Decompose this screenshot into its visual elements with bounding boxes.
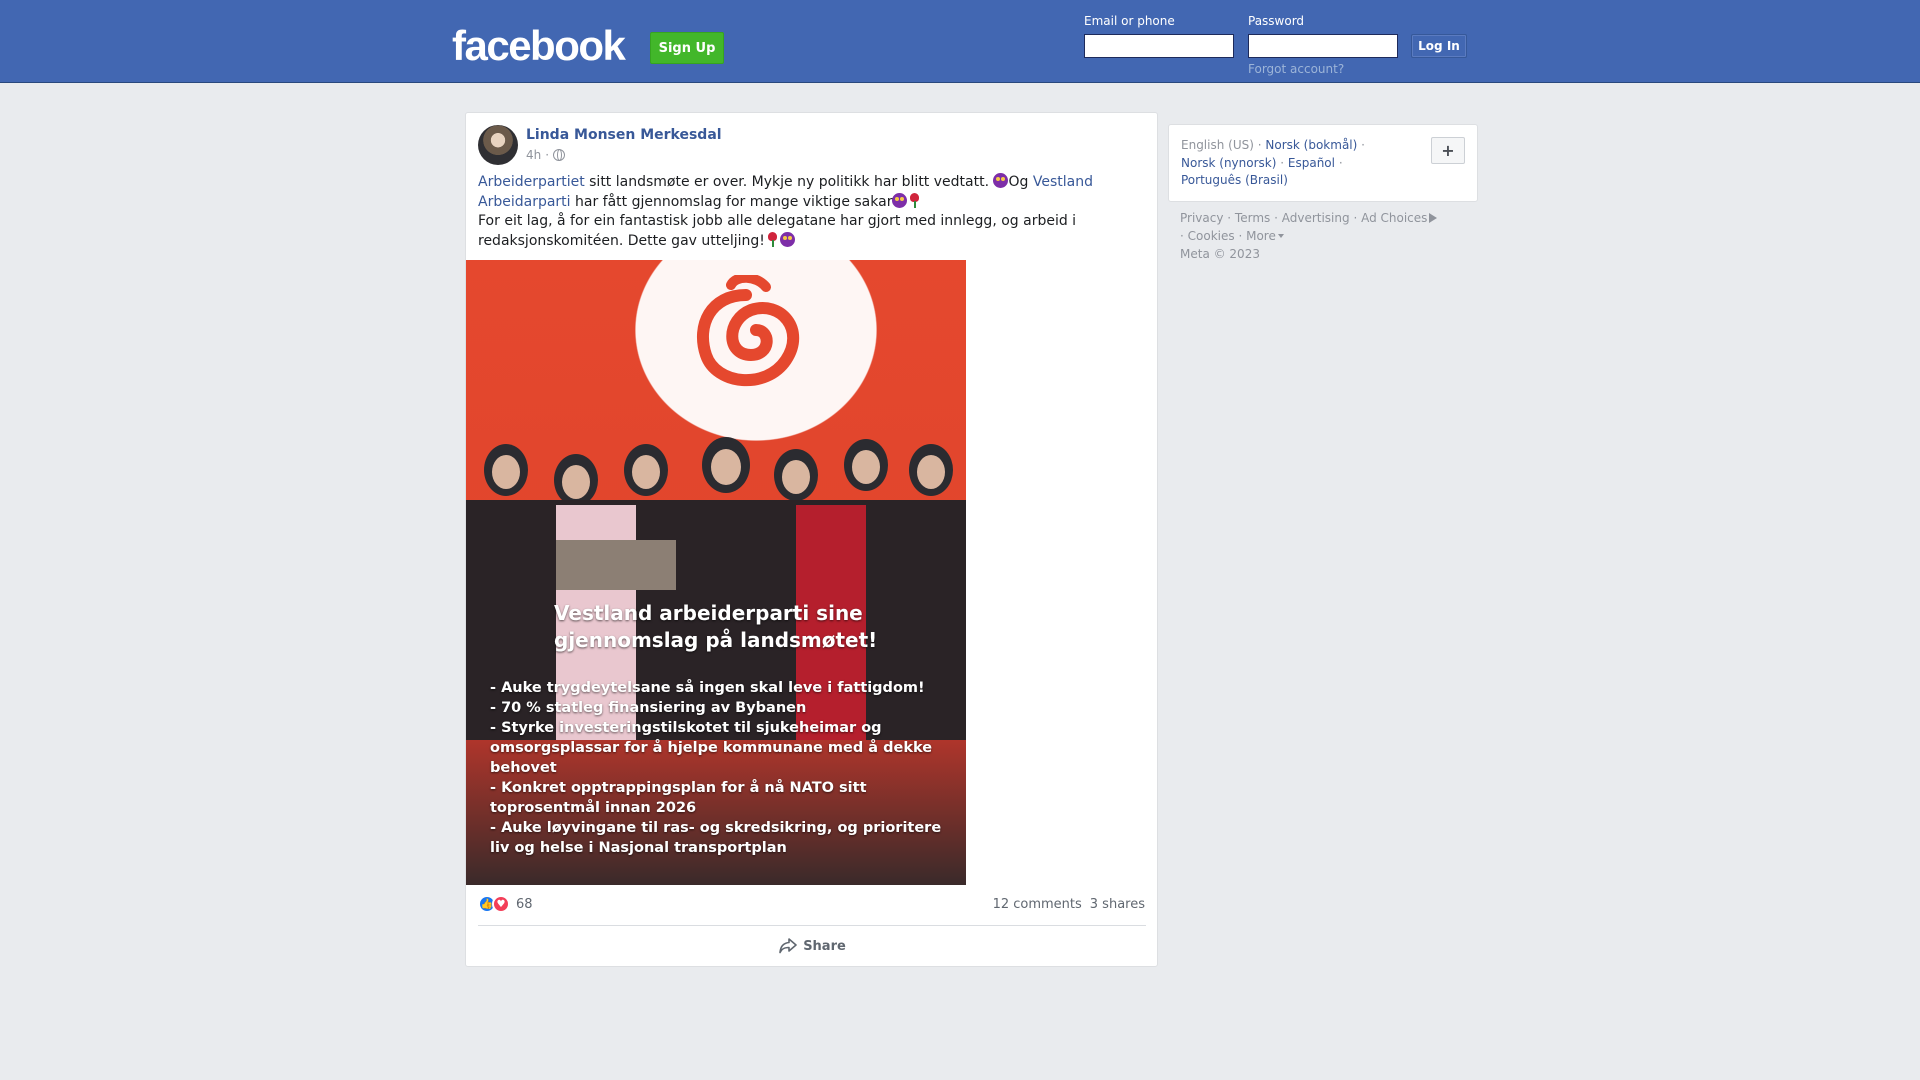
- language-option[interactable]: Norsk (nynorsk): [1181, 156, 1276, 170]
- reaction-count: 68: [516, 896, 533, 912]
- email-label: Email or phone: [1084, 14, 1175, 28]
- post-text-part: har fått gjennomslag for mange viktige s…: [570, 193, 893, 210]
- language-option[interactable]: Español: [1288, 156, 1335, 170]
- advertising-link[interactable]: Advertising: [1282, 211, 1350, 225]
- rose-emoji-icon: [765, 231, 780, 247]
- love-icon: ♥: [492, 895, 510, 913]
- ad-choices-icon: [1429, 213, 1438, 223]
- top-bar: facebook Sign Up Email or phone Password…: [0, 0, 1920, 83]
- password-label: Password: [1248, 14, 1305, 28]
- photo-list: - Auke trygdeytelsane så ingen skal leve…: [490, 678, 960, 858]
- more-languages-button[interactable]: +: [1431, 137, 1465, 164]
- post-meta: 4h ·: [526, 148, 566, 162]
- language-selector: English (US) · Norsk (bokmål) · Norsk (n…: [1168, 124, 1478, 202]
- mention-arbeiderpartiet[interactable]: Arbeiderpartiet: [478, 174, 585, 190]
- photo-list-item: - Styrke investeringstilskotet til sjuke…: [490, 720, 933, 776]
- post-photo[interactable]: Vestland arbeiderparti sine gjennomslag …: [466, 260, 966, 885]
- caret-down-icon: [1277, 234, 1284, 238]
- shares-count[interactable]: 3 shares: [1090, 897, 1145, 912]
- ad-choices-link[interactable]: Ad Choices: [1361, 211, 1438, 225]
- share-label: Share: [803, 938, 846, 954]
- copyright: Meta © 2023: [1180, 247, 1260, 261]
- terms-link[interactable]: Terms: [1235, 211, 1270, 225]
- photo-list-item: - Auke trygdeytelsane så ingen skal leve…: [490, 680, 925, 696]
- photo-list-item: - 70 % statleg finansiering av Bybanen: [490, 700, 807, 716]
- post-author[interactable]: Linda Monsen Merkesdal: [526, 127, 722, 143]
- language-option[interactable]: Norsk (bokmål): [1265, 138, 1357, 152]
- photo-list-item: - Auke løyvingane til ras- og skredsikri…: [490, 820, 942, 856]
- globe-icon[interactable]: [553, 149, 566, 161]
- post-text-part: Og: [1008, 174, 1033, 190]
- heart-eyes-emoji-icon: [779, 231, 795, 247]
- privacy-link[interactable]: Privacy: [1180, 211, 1223, 225]
- sign-up-button[interactable]: Sign Up: [650, 32, 724, 64]
- password-input[interactable]: [1248, 34, 1398, 58]
- avatar[interactable]: [478, 125, 518, 165]
- share-icon: [779, 938, 797, 954]
- footer-links: Privacy · Terms · Advertising · Ad Choic…: [1180, 209, 1480, 263]
- rose-logo-icon: [696, 275, 800, 387]
- post-stats: 12 comments 3 shares: [993, 897, 1145, 912]
- divider: [478, 925, 1146, 926]
- share-button[interactable]: Share: [466, 931, 1159, 961]
- log-in-button[interactable]: Log In: [1411, 34, 1467, 58]
- rose-emoji-icon: [907, 192, 922, 208]
- forgot-account-link[interactable]: Forgot account?: [1248, 62, 1344, 76]
- post-card: Linda Monsen Merkesdal 4h · Arbeiderpart…: [465, 112, 1158, 967]
- heart-eyes-emoji-icon: [993, 173, 1009, 188]
- photo-list-item: - Konkret opptrappingsplan for å nå NATO…: [490, 780, 867, 816]
- meta-separator: ·: [545, 148, 550, 162]
- cookies-link[interactable]: Cookies: [1188, 229, 1235, 243]
- photo-title: Vestland arbeiderparti sine gjennomslag …: [554, 601, 878, 652]
- more-link[interactable]: More: [1246, 229, 1284, 243]
- language-list: English (US) · Norsk (bokmål) · Norsk (n…: [1181, 138, 1365, 187]
- post-timestamp[interactable]: 4h: [526, 148, 541, 162]
- email-input[interactable]: [1084, 34, 1234, 58]
- reactions-summary[interactable]: 👍 ♥ 68: [478, 895, 533, 913]
- comments-count[interactable]: 12 comments: [993, 897, 1082, 912]
- facebook-logo[interactable]: facebook: [452, 22, 626, 70]
- heart-eyes-emoji-icon: [892, 192, 908, 208]
- language-option[interactable]: Português (Brasil): [1181, 173, 1288, 187]
- post-text: Arbeiderpartiet sitt landsmøte er over. …: [478, 173, 1146, 251]
- post-text-part: sitt landsmøte er over. Mykje ny politik…: [584, 174, 994, 190]
- language-current: English (US): [1181, 138, 1254, 152]
